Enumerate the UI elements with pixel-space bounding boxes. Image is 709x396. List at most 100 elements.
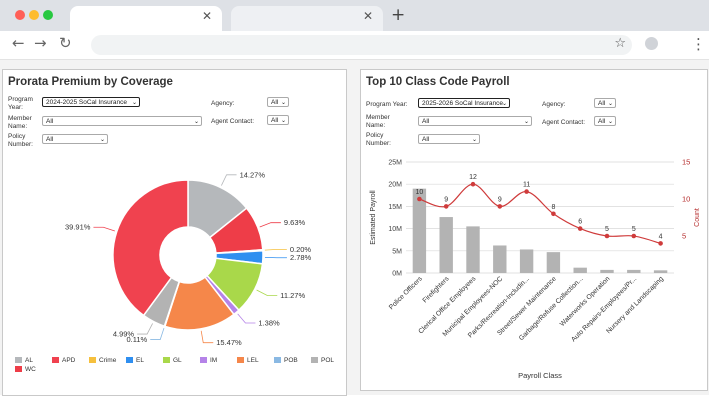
slice-label: 11.27%: [280, 291, 305, 300]
chevron-down-icon: ⌄: [100, 135, 105, 144]
payroll-bar[interactable]: [493, 245, 506, 273]
slice-label: 15.47%: [216, 338, 242, 347]
agent-contact-select[interactable]: All⌄: [267, 115, 289, 125]
slice-label: 14.27%: [240, 170, 266, 179]
legend-label: EL: [136, 357, 144, 364]
minimize-window-icon[interactable]: [29, 10, 39, 20]
legend-item[interactable]: AL: [15, 357, 33, 364]
legend-item[interactable]: POB: [274, 357, 298, 364]
slice-label: 9.63%: [284, 218, 306, 227]
browser-tab-strip: ✕ ✕ +: [0, 0, 709, 31]
bookmark-star-icon[interactable]: ☆: [614, 36, 626, 51]
close-tab-icon[interactable]: ✕: [202, 9, 212, 23]
member-name-select[interactable]: All⌄: [418, 116, 532, 126]
browser-tab-active[interactable]: ✕: [70, 6, 222, 31]
count-data-label: 8: [551, 204, 555, 211]
payroll-bar[interactable]: [466, 226, 479, 273]
back-icon[interactable]: ←: [12, 34, 25, 52]
member-name-select[interactable]: All⌄: [42, 116, 202, 126]
program-year-select[interactable]: 2025-2026 SoCal Insurance⌄: [418, 98, 510, 108]
legend-swatch: [311, 357, 318, 363]
payroll-bar[interactable]: [440, 217, 453, 273]
payroll-bar[interactable]: [654, 270, 667, 273]
forward-icon[interactable]: →: [34, 34, 47, 52]
y2-axis-title: Count: [694, 208, 701, 227]
payroll-bar[interactable]: [627, 270, 640, 273]
y-axis-title: Estimated Payroll: [370, 190, 377, 245]
new-tab-icon[interactable]: +: [391, 5, 405, 25]
count-point[interactable]: [632, 234, 637, 239]
slice-leader-line: [265, 249, 287, 250]
chevron-down-icon: ⌄: [132, 98, 137, 107]
agency-select[interactable]: All⌄: [267, 97, 289, 107]
legend-swatch: [163, 357, 170, 363]
agency-select[interactable]: All⌄: [594, 98, 616, 108]
payroll-bar[interactable]: [600, 270, 613, 273]
count-point[interactable]: [605, 234, 610, 239]
legend-label: LEL: [247, 357, 259, 364]
payroll-bar[interactable]: [520, 249, 533, 273]
browser-tab-inactive[interactable]: ✕: [231, 6, 383, 31]
count-data-label: 9: [498, 196, 502, 203]
chevron-down-icon: ⌄: [608, 117, 613, 126]
panel-title: Prorata Premium by Coverage: [8, 76, 173, 88]
count-point[interactable]: [417, 197, 422, 202]
policy-number-select[interactable]: All⌄: [42, 134, 108, 144]
legend-item[interactable]: IM: [200, 357, 217, 364]
count-point[interactable]: [471, 182, 476, 187]
browser-menu-icon[interactable]: ⋮: [691, 35, 706, 53]
count-point[interactable]: [578, 226, 583, 231]
chevron-down-icon: ⌄: [194, 117, 199, 126]
legend-label: IM: [210, 357, 217, 364]
close-tab-icon[interactable]: ✕: [363, 9, 373, 23]
dashboard-page: Prorata Premium by Coverage Program Year…: [0, 60, 709, 395]
agent-contact-select[interactable]: All⌄: [594, 116, 616, 126]
legend-item[interactable]: APD: [52, 357, 75, 364]
legend-item[interactable]: EL: [126, 357, 144, 364]
count-data-label: 11: [523, 182, 530, 189]
legend-item[interactable]: GL: [163, 357, 182, 364]
legend-item[interactable]: WC: [15, 366, 36, 373]
program-year-select[interactable]: 2024-2025 SoCal Insurance⌄: [42, 97, 140, 107]
x-tick-label: Police Officers: [388, 275, 424, 311]
count-data-label: 6: [578, 219, 582, 226]
count-point[interactable]: [658, 241, 663, 246]
legend-swatch: [200, 357, 207, 363]
class-code-payroll-panel: Top 10 Class Code Payroll Program Year: …: [360, 69, 708, 391]
count-data-label: 9: [444, 196, 448, 203]
payroll-bar[interactable]: [574, 268, 587, 273]
legend-item[interactable]: Crime: [89, 357, 116, 364]
legend-label: GL: [173, 357, 182, 364]
agency-label: Agency:: [211, 100, 235, 108]
legend-item[interactable]: LEL: [237, 357, 259, 364]
legend-swatch: [15, 366, 22, 372]
member-name-label: Member Name:: [8, 115, 38, 131]
legend-label: Crime: [99, 357, 116, 364]
count-data-label: 12: [469, 174, 477, 181]
close-window-icon[interactable]: [15, 10, 25, 20]
count-data-label: 5: [605, 226, 609, 233]
chevron-down-icon: ⌄: [281, 98, 286, 107]
legend-label: AL: [25, 357, 33, 364]
y-tick-label: 10M: [388, 226, 402, 233]
legend-swatch: [15, 357, 22, 363]
policy-number-select[interactable]: All⌄: [418, 134, 480, 144]
legend-item[interactable]: POL: [311, 357, 334, 364]
payroll-bar[interactable]: [547, 252, 560, 273]
count-point[interactable]: [498, 204, 503, 209]
profile-avatar-icon[interactable]: [645, 37, 658, 50]
maximize-window-icon[interactable]: [43, 10, 53, 20]
count-point[interactable]: [524, 189, 529, 194]
count-point[interactable]: [444, 204, 449, 209]
policy-number-label: Policy Number:: [8, 133, 38, 149]
y-tick-label: 15M: [388, 204, 402, 211]
count-point[interactable]: [551, 212, 556, 217]
slice-leader-line: [201, 331, 213, 343]
y-tick-label: 25M: [388, 160, 402, 167]
slice-leader-line: [257, 290, 278, 295]
coverage-legend: AL APD Crime EL GL IM LEL POB POL WC: [3, 357, 346, 387]
address-bar[interactable]: ☆: [91, 35, 632, 55]
count-data-label: 10: [416, 189, 424, 196]
reload-icon[interactable]: ↻: [59, 34, 72, 52]
x-tick-label: Waterworks Operation: [559, 275, 612, 328]
